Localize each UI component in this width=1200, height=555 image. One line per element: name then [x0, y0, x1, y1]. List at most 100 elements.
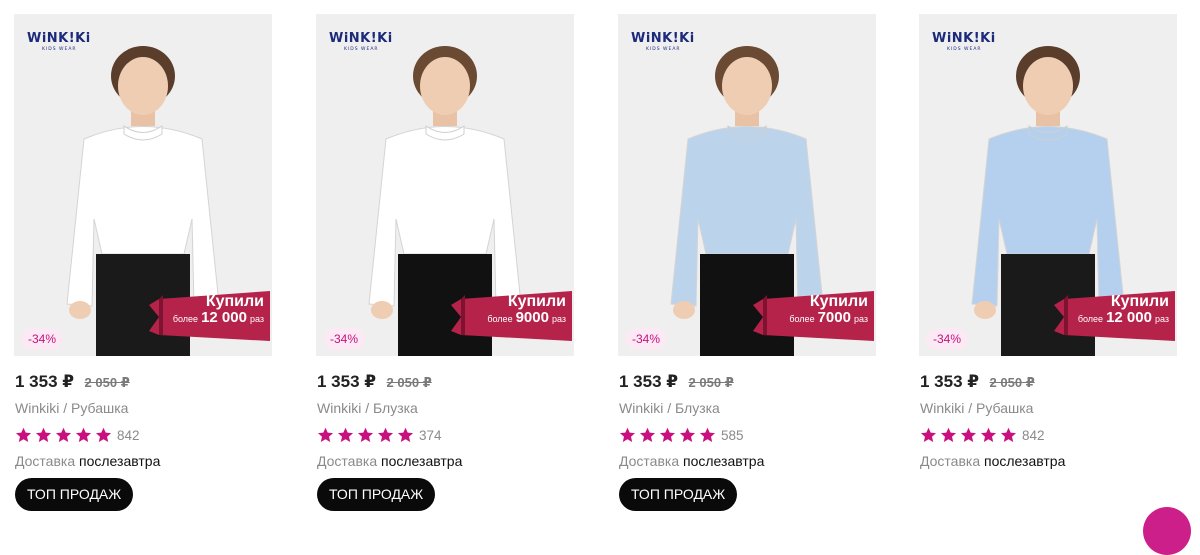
rating: 842: [15, 425, 140, 445]
delivery-label: Доставка: [920, 453, 981, 469]
star-icon: [56, 427, 71, 442]
star-icon: [1001, 427, 1016, 442]
review-count[interactable]: 842: [117, 428, 140, 443]
banner-count: 9000: [515, 309, 549, 326]
brand-tagline: KIDS WEAR: [42, 47, 77, 52]
brand-tagline: KIDS WEAR: [947, 47, 982, 52]
price-row: 1 353 ₽ 2 050 ₽: [920, 372, 1176, 394]
banner-count: 7000: [817, 309, 851, 326]
delivery-info: Доставка послезавтра: [15, 453, 160, 469]
product-grid: WiNK!Ki KIDS WEAR Купили более 12 000 раз …: [14, 14, 1184, 514]
chat-button[interactable]: [1143, 507, 1191, 555]
top-sales-badge[interactable]: ТОП ПРОДАЖ: [317, 478, 436, 511]
bestseller-banner: Купили более 7000 раз: [753, 291, 874, 341]
star-icon: [378, 427, 393, 442]
star-icon: [660, 427, 675, 442]
star-icon: [16, 427, 31, 442]
current-price: 1 353 ₽: [15, 372, 75, 391]
star-icon: [318, 427, 333, 442]
product-card[interactable]: WiNK!Ki KIDS WEAR Купили более 12 000 раз …: [14, 14, 272, 514]
rating: 585: [619, 425, 744, 445]
bestseller-banner: Купили более 12 000 раз: [149, 291, 270, 341]
product-title[interactable]: Winkiki / Блузка: [317, 400, 418, 416]
bestseller-banner: Купили более 9000 раз: [451, 291, 572, 341]
star-rating: [619, 427, 716, 444]
star-icon: [398, 427, 413, 442]
banner-title: Купили: [809, 293, 868, 310]
banner-prefix: более: [172, 314, 199, 324]
star-rating: [920, 427, 1017, 444]
banner-title: Купили: [1110, 293, 1169, 310]
delivery-date: послезавтра: [79, 453, 161, 469]
rating: 374: [317, 425, 442, 445]
rating: 842: [920, 425, 1045, 445]
banner-prefix: более: [1077, 314, 1104, 324]
delivery-info: Доставка послезавтра: [317, 453, 462, 469]
discount-badge: -34%: [21, 328, 64, 350]
price-row: 1 353 ₽ 2 050 ₽: [317, 372, 573, 394]
star-icon: [358, 427, 373, 442]
delivery-label: Доставка: [15, 453, 76, 469]
delivery-info: Доставка послезавтра: [920, 453, 1065, 469]
brand-logo: WiNK!Ki: [631, 31, 695, 46]
star-icon: [981, 427, 996, 442]
banner-suffix: раз: [1154, 314, 1169, 324]
product-title[interactable]: Winkiki / Рубашка: [15, 400, 128, 416]
old-price: 2 050 ₽: [84, 375, 130, 390]
star-icon: [961, 427, 976, 442]
product-title[interactable]: Winkiki / Блузка: [619, 400, 720, 416]
star-icon: [76, 427, 91, 442]
banner-prefix: более: [487, 314, 513, 324]
review-count[interactable]: 585: [721, 428, 744, 443]
banner-title: Купили: [205, 293, 264, 310]
star-icon: [338, 427, 353, 442]
bestseller-banner: Купили более 12 000 раз: [1054, 291, 1175, 341]
product-image[interactable]: WiNK!Ki KIDS WEAR Купили более 12 000 раз …: [919, 14, 1177, 356]
banner-title: Купили: [507, 293, 566, 310]
current-price: 1 353 ₽: [619, 372, 679, 391]
old-price: 2 050 ₽: [688, 375, 734, 390]
star-icon: [96, 427, 111, 442]
product-card[interactable]: WiNK!Ki KIDS WEAR Купили более 7000 раз -3…: [618, 14, 876, 514]
delivery-label: Доставка: [619, 453, 680, 469]
price-row: 1 353 ₽ 2 050 ₽: [15, 372, 271, 394]
review-count[interactable]: 374: [419, 428, 442, 443]
brand-tagline: KIDS WEAR: [646, 47, 681, 52]
discount-badge: -34%: [926, 328, 969, 350]
star-icon: [680, 427, 695, 442]
star-icon: [36, 427, 51, 442]
banner-count: 12 000: [201, 309, 247, 326]
star-icon: [620, 427, 635, 442]
delivery-date: послезавтра: [683, 453, 765, 469]
star-icon: [921, 427, 936, 442]
star-icon: [941, 427, 956, 442]
star-rating: [317, 427, 414, 444]
current-price: 1 353 ₽: [920, 372, 980, 391]
banner-suffix: раз: [551, 314, 566, 324]
product-title[interactable]: Winkiki / Рубашка: [920, 400, 1033, 416]
top-sales-badge[interactable]: ТОП ПРОДАЖ: [619, 478, 738, 511]
current-price: 1 353 ₽: [317, 372, 377, 391]
brand-tagline: KIDS WEAR: [344, 47, 379, 52]
star-icon: [640, 427, 655, 442]
top-sales-badge[interactable]: ТОП ПРОДАЖ: [15, 478, 134, 511]
old-price: 2 050 ₽: [386, 375, 432, 390]
brand-logo: WiNK!Ki: [932, 31, 996, 46]
product-image[interactable]: WiNK!Ki KIDS WEAR Купили более 9000 раз -3…: [316, 14, 574, 356]
old-price: 2 050 ₽: [989, 375, 1035, 390]
review-count[interactable]: 842: [1022, 428, 1045, 443]
discount-badge: -34%: [625, 328, 668, 350]
banner-count: 12 000: [1106, 309, 1152, 326]
product-card[interactable]: WiNK!Ki KIDS WEAR Купили более 9000 раз -3…: [316, 14, 574, 514]
delivery-label: Доставка: [317, 453, 378, 469]
delivery-date: послезавтра: [984, 453, 1066, 469]
delivery-info: Доставка послезавтра: [619, 453, 764, 469]
product-card[interactable]: WiNK!Ki KIDS WEAR Купили более 12 000 раз …: [919, 14, 1177, 514]
product-image[interactable]: WiNK!Ki KIDS WEAR Купили более 12 000 раз …: [14, 14, 272, 356]
banner-suffix: раз: [249, 314, 264, 324]
product-image[interactable]: WiNK!Ki KIDS WEAR Купили более 7000 раз -3…: [618, 14, 876, 356]
star-icon: [700, 427, 715, 442]
price-row: 1 353 ₽ 2 050 ₽: [619, 372, 875, 394]
brand-logo: WiNK!Ki: [329, 31, 393, 46]
star-rating: [15, 427, 112, 444]
